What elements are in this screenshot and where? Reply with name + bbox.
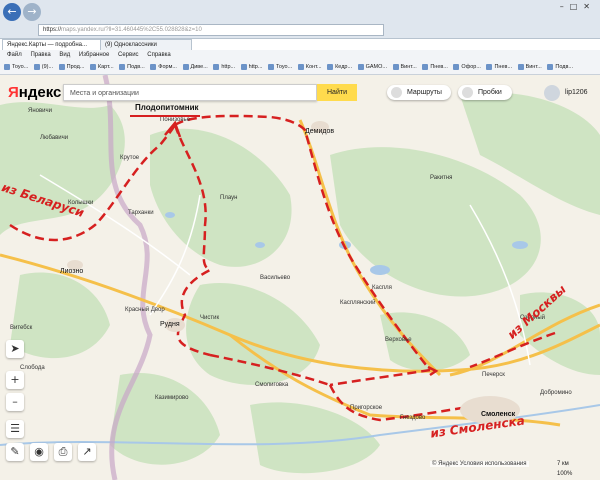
place-label: Ракитня: [430, 175, 453, 181]
place-label: Рудня: [160, 321, 180, 328]
fav-item[interactable]: Тоуо...: [268, 60, 292, 74]
avatar[interactable]: [544, 85, 560, 101]
menu-edit[interactable]: Правка: [30, 52, 50, 58]
place-label: Любавичи: [40, 135, 69, 141]
map-footer[interactable]: © Яндекс Условия использования: [430, 461, 529, 467]
back-button[interactable]: ←: [3, 3, 21, 21]
routes-label: Маршруты: [407, 89, 442, 96]
route-icon: [391, 87, 402, 98]
traffic-icon: [462, 87, 473, 98]
place-label: Чистик: [200, 315, 220, 321]
tab-odnoklassniki[interactable]: (9) Одноклассники: [100, 39, 192, 50]
fav-item[interactable]: GAMO...: [358, 60, 387, 74]
place-label: Верховье: [385, 337, 412, 343]
url-text: https://: [43, 27, 62, 33]
share-icon[interactable]: ↗: [78, 443, 96, 461]
place-label: Казимирово: [155, 395, 189, 401]
map-canvas[interactable]: Демидов Рудня Лиозно Смоленск Каспля Пон…: [0, 75, 600, 480]
zoom-in-button[interactable]: +: [6, 371, 24, 389]
menu-favorites[interactable]: Избранное: [79, 52, 109, 58]
fav-item[interactable]: Карт...: [90, 60, 114, 74]
ruler-icon[interactable]: ✎: [6, 443, 24, 461]
fav-item[interactable]: Пнев...: [486, 60, 512, 74]
menu-view[interactable]: Вид: [59, 52, 70, 58]
fav-item[interactable]: Подв...: [547, 60, 573, 74]
nursery-underline: [130, 115, 200, 117]
find-button[interactable]: Найти: [317, 84, 357, 101]
place-label: Каспля: [372, 285, 392, 291]
yandex-logo[interactable]: Яндекс: [8, 84, 61, 101]
username[interactable]: lip1206: [565, 89, 588, 96]
fav-item[interactable]: Конт...: [298, 60, 322, 74]
traffic-button[interactable]: Пробки: [458, 85, 512, 100]
place-label: Слобода: [20, 365, 45, 371]
fav-item[interactable]: Винт...: [518, 60, 542, 74]
browser-zoom[interactable]: 100%: [557, 471, 572, 477]
annotation-nursery: Плодопитомник: [135, 103, 199, 112]
place-label: Демидов: [305, 128, 335, 135]
fav-item[interactable]: Подв...: [119, 60, 145, 74]
menu-help[interactable]: Справка: [147, 52, 171, 58]
place-label: Смолиговка: [255, 382, 289, 388]
place-label: Витебск: [10, 325, 33, 331]
traffic-label: Пробки: [478, 89, 502, 96]
fav-item[interactable]: Офор...: [453, 60, 481, 74]
place-label: Понизовье: [160, 117, 190, 123]
routes-button[interactable]: Маршруты: [387, 85, 451, 100]
place-label: Плаун: [220, 195, 238, 201]
menu-bar: Файл Правка Вид Избранное Сервис Справка: [0, 50, 600, 60]
place-label: Гнездово: [400, 415, 426, 421]
place-label: Красный Двор: [125, 307, 165, 313]
layers-icon[interactable]: ☰: [6, 420, 24, 438]
url-rest: maps.yandex.ru/?ll=31.460445%2C55.028828…: [61, 27, 202, 33]
zoom-out-button[interactable]: –: [6, 393, 24, 411]
place-label: Добромино: [540, 390, 572, 396]
logo-first-letter: Я: [8, 84, 19, 101]
fav-item[interactable]: Тоуо...: [4, 60, 28, 74]
fav-item[interactable]: Форм...: [150, 60, 177, 74]
fav-item[interactable]: Диве...: [183, 60, 208, 74]
address-bar[interactable]: https://maps.yandex.ru/?ll=31.460445%2C5…: [38, 24, 384, 36]
logo-rest: ндекс: [18, 84, 62, 101]
menu-tools[interactable]: Сервис: [118, 52, 139, 58]
place-label: Яновичи: [28, 108, 52, 114]
map-scale: 7 км: [557, 461, 569, 467]
place-label: Лиозно: [60, 268, 84, 275]
fav-item[interactable]: Кедр...: [327, 60, 352, 74]
forward-button[interactable]: →: [23, 3, 41, 21]
menu-file[interactable]: Файл: [7, 52, 22, 58]
fav-item[interactable]: Винт...: [393, 60, 417, 74]
place-label: Тарханки: [128, 210, 154, 216]
place-label: Касплянский: [340, 300, 376, 306]
window-controls[interactable]: –□✕: [560, 2, 596, 11]
fav-item[interactable]: Прод...: [59, 60, 85, 74]
locate-icon[interactable]: ➤: [6, 340, 24, 358]
fav-item[interactable]: http...: [213, 60, 235, 74]
place-label: Крутое: [120, 155, 140, 161]
fav-item[interactable]: http...: [241, 60, 263, 74]
place-label: Васильево: [260, 275, 291, 281]
print-icon[interactable]: ⎙: [54, 443, 72, 461]
fav-item[interactable]: (9)...: [34, 60, 53, 74]
favorites-bar: Тоуо... (9)... Прод... Карт... Подв... Ф…: [0, 60, 600, 75]
browser-titlebar: ← → –□✕ https://maps.yandex.ru/?ll=31.46…: [0, 0, 600, 39]
panorama-icon[interactable]: ◉: [30, 443, 48, 461]
fav-item[interactable]: Пнев...: [422, 60, 448, 74]
search-input[interactable]: Места и организации: [63, 84, 317, 101]
place-label: Печерск: [482, 372, 505, 378]
place-label: Пригорское: [350, 405, 383, 411]
tab-yandex-maps[interactable]: Яндекс.Карты — подробна...: [2, 39, 104, 50]
